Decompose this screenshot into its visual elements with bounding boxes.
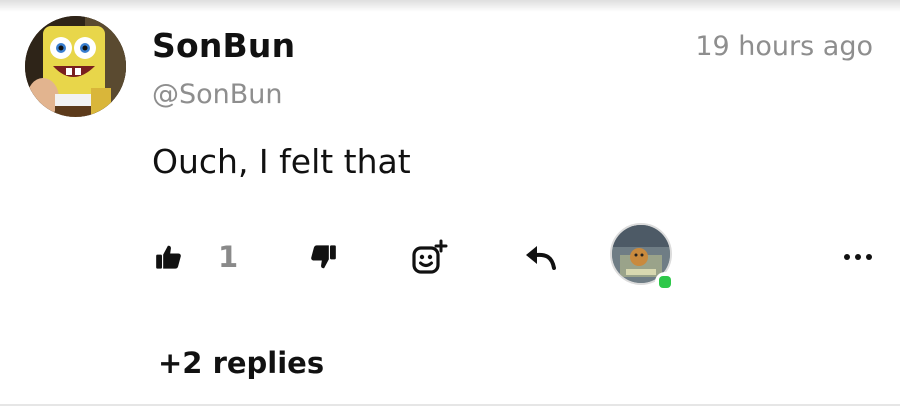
reply-icon bbox=[526, 246, 556, 270]
add-reaction-button[interactable] bbox=[408, 236, 452, 278]
top-shadow bbox=[0, 0, 900, 12]
reply-button[interactable] bbox=[520, 238, 560, 276]
more-horizontal-icon bbox=[844, 254, 872, 260]
like-count: 1 bbox=[218, 240, 239, 274]
comment-text: Ouch, I felt that bbox=[152, 142, 411, 181]
online-status-indicator bbox=[655, 272, 675, 292]
user-handle: @SonBun bbox=[152, 79, 283, 110]
timestamp: 19 hours ago bbox=[695, 31, 873, 62]
thumbs-down-icon bbox=[311, 245, 336, 269]
divider bbox=[0, 404, 900, 406]
thumbs-up-icon bbox=[156, 245, 181, 269]
view-replies-link[interactable]: +2 replies bbox=[158, 344, 324, 382]
user-avatar[interactable] bbox=[25, 16, 126, 117]
username[interactable]: SonBun bbox=[152, 24, 295, 68]
like-button[interactable] bbox=[150, 238, 188, 276]
add-reaction-icon bbox=[412, 239, 448, 274]
more-options-button[interactable] bbox=[836, 240, 880, 274]
dislike-button[interactable] bbox=[304, 238, 342, 276]
